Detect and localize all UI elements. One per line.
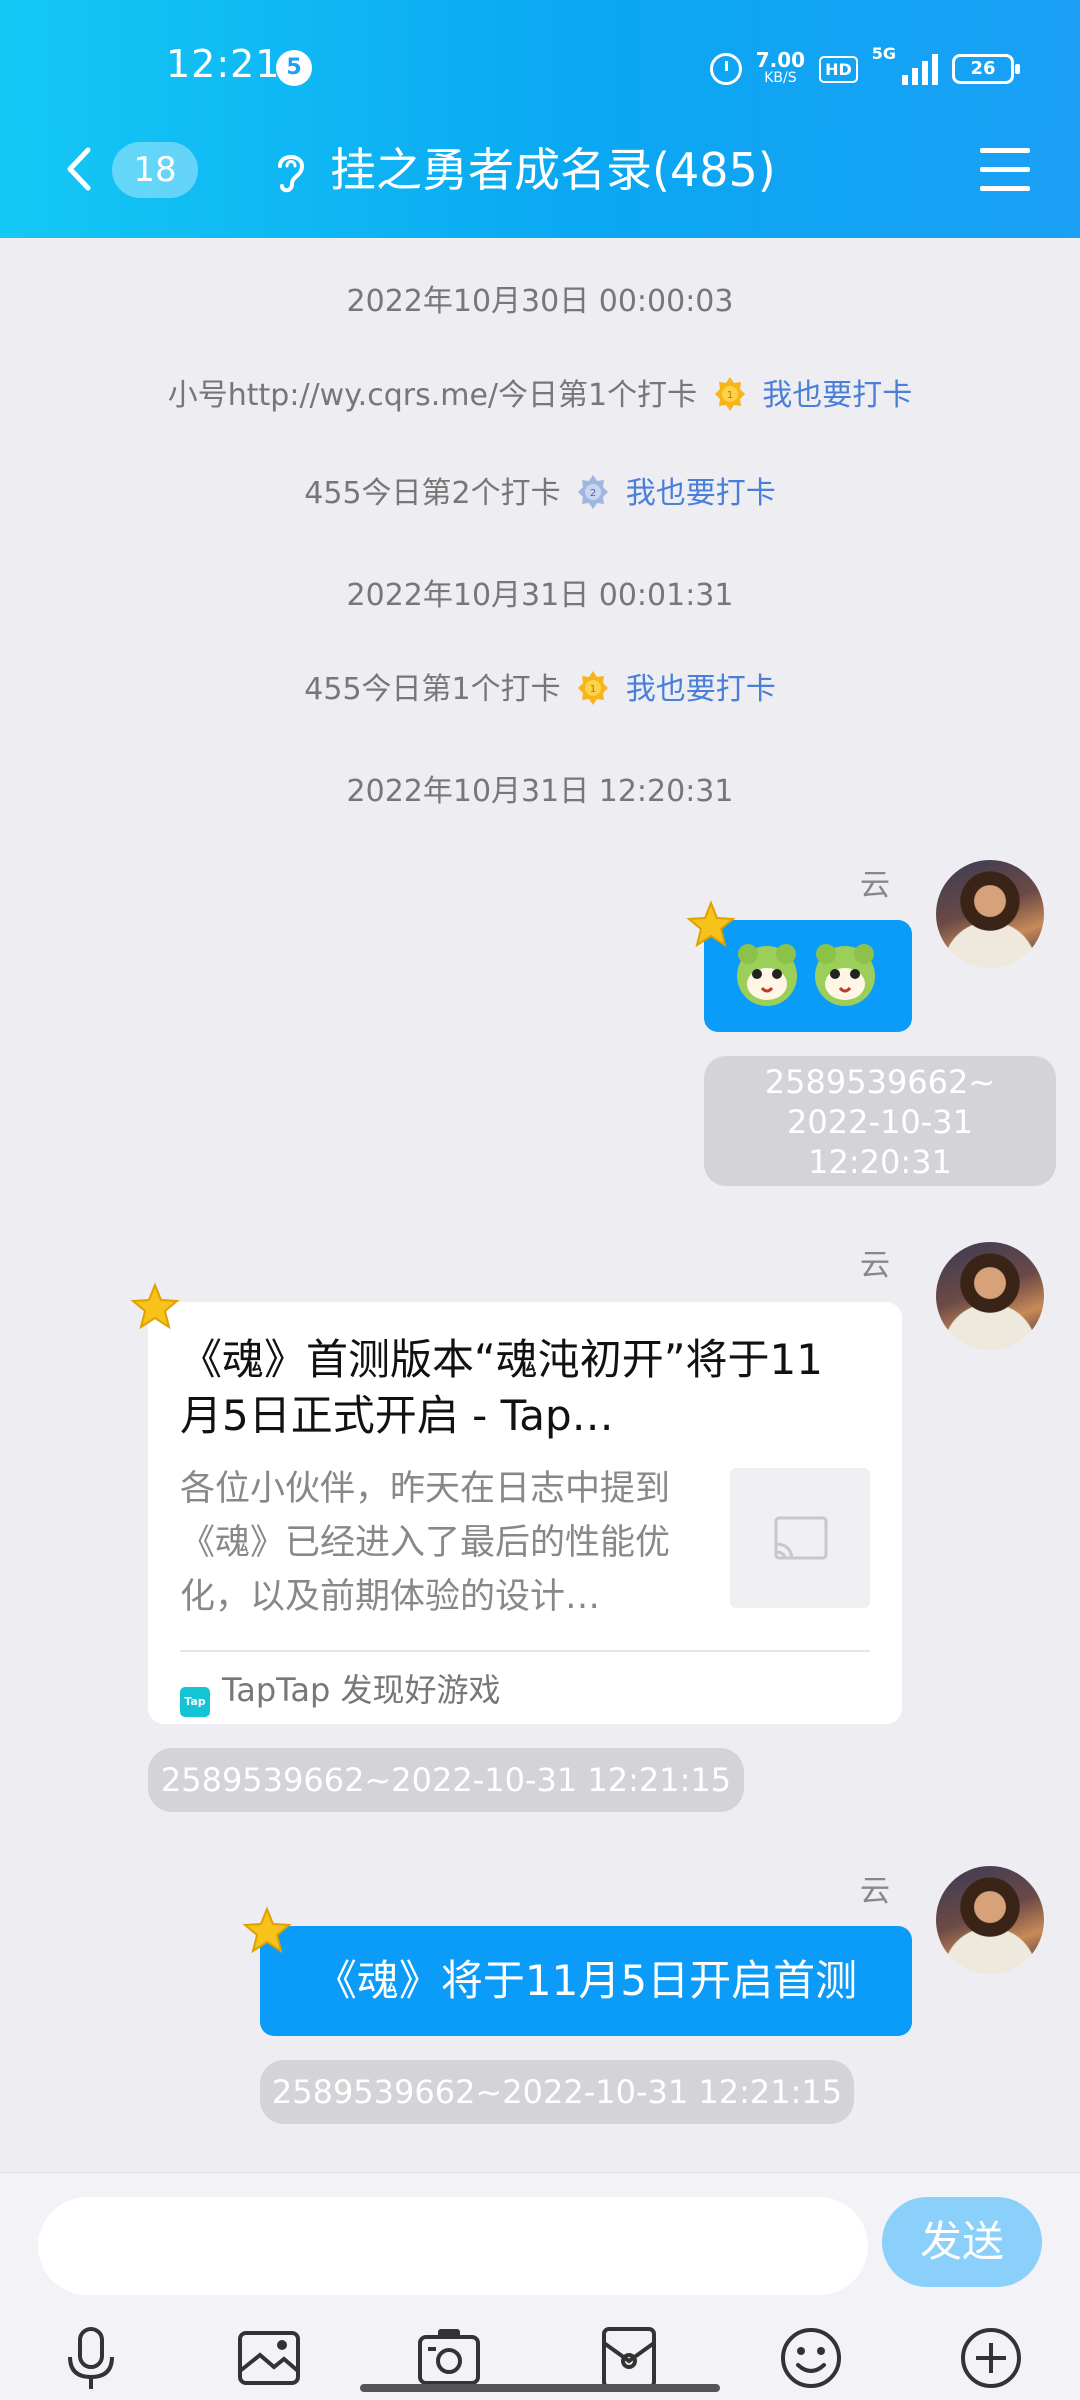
message-stamp: 2589539662~2022-10-31 12:21:15 (148, 1748, 744, 1812)
stamp-line: 2589539662~ (764, 1063, 996, 1101)
checkin-text: 455今日第1个打卡 (304, 672, 561, 707)
composer-bar: 发送 (0, 2172, 1080, 2400)
sender-name: 云 (860, 1874, 890, 1909)
home-indicator[interactable] (360, 2384, 720, 2392)
star-icon (130, 1282, 180, 1330)
gold-medal-icon: 1 (578, 671, 609, 705)
status-icons: 7.00 KB/S HD 5G 26 (709, 44, 1020, 94)
status-bar: 12:21 5 7.00 KB/S HD 5G 26 (0, 30, 1080, 106)
hd-icon: HD (819, 55, 858, 83)
star-icon (686, 900, 736, 948)
message-input[interactable] (38, 2197, 868, 2295)
sender-name: 云 (860, 868, 890, 903)
card-description: 各位小伙伴，昨天在日志中提到《魂》已经进入了最后的性能优化，以及前期体验的设计… (180, 1469, 671, 1617)
back-icon[interactable] (56, 144, 106, 194)
ear-icon[interactable] (270, 148, 310, 196)
link-preview-card[interactable]: 《魂》首测版本“魂沌初开”将于11月5日正式开启 - Tap… 各位小伙伴，昨天… (148, 1302, 902, 1724)
card-source-label: TapTap 发现好游戏 (222, 1671, 501, 1709)
card-thumbnail (730, 1468, 870, 1608)
red-packet-icon[interactable] (594, 2323, 664, 2393)
timestamp-divider: 2022年10月30日 00:00:03 (346, 284, 734, 319)
checkin-link[interactable]: 我也要打卡 (762, 378, 912, 413)
sender-name: 云 (860, 1248, 890, 1283)
checkin-notice: 455今日第2个打卡 2 我也要打卡 (0, 468, 1080, 512)
checkin-notice: 455今日第1个打卡 1 我也要打卡 (0, 664, 1080, 708)
medal-rank-label: 1 (590, 684, 596, 695)
emoji-icon[interactable] (776, 2323, 846, 2393)
text-message-bubble[interactable]: 《魂》将于11月5日开启首测 (260, 1926, 912, 2036)
network-speed: 7.00 KB/S (756, 50, 805, 87)
timestamp-divider: 2022年10月31日 00:01:31 (346, 578, 734, 613)
star-icon (242, 1906, 292, 1954)
camera-icon[interactable] (414, 2323, 484, 2393)
avatar[interactable] (936, 1866, 1044, 1974)
image-icon[interactable] (234, 2323, 304, 2393)
composer-toolbar (0, 2323, 1080, 2393)
gold-medal-icon: 1 (714, 377, 745, 411)
checkin-text: 455今日第2个打卡 (304, 476, 561, 511)
avatar[interactable] (936, 1242, 1044, 1350)
nav-bar: 18 挂之勇者成名录(485) (0, 128, 1080, 212)
stamp-line: 2022-10-31 (787, 1103, 973, 1141)
medal-rank-label: 1 (727, 390, 733, 401)
card-title: 《魂》首测版本“魂沌初开”将于11月5日正式开启 - Tap… (180, 1335, 823, 1440)
battery-icon: 26 (952, 54, 1020, 84)
send-button[interactable]: 发送 (882, 2197, 1042, 2287)
network-type-label: 5G (871, 44, 896, 63)
checkin-notice: 小号http://wy.cqrs.me/今日第1个打卡 1 我也要打卡 (0, 370, 1080, 414)
status-time: 12:21 (166, 42, 281, 86)
checkin-link[interactable]: 我也要打卡 (626, 672, 776, 707)
microphone-icon[interactable] (56, 2323, 126, 2393)
menu-icon[interactable] (980, 148, 1030, 192)
timestamp-divider: 2022年10月31日 12:20:31 (346, 774, 734, 809)
card-divider (180, 1650, 870, 1652)
unread-count-badge[interactable]: 18 (112, 142, 198, 198)
image-placeholder-icon (774, 1516, 828, 1560)
plus-icon[interactable] (956, 2323, 1026, 2393)
checkin-text: 小号http://wy.cqrs.me/今日第1个打卡 (167, 378, 698, 413)
green-cat-sticker-icon (815, 944, 875, 1006)
checkin-link[interactable]: 我也要打卡 (626, 476, 776, 511)
message-stamp: 2589539662~2022-10-31 12:21:15 (260, 2060, 854, 2124)
chat-title: 挂之勇者成名录(485) (330, 143, 776, 197)
silver-medal-icon: 2 (578, 475, 609, 509)
taptap-icon: Tap (180, 1687, 210, 1717)
card-source: Tap TapTap 发现好游戏 (180, 1666, 501, 1717)
notification-count-badge: 5 (276, 50, 312, 86)
signal-icon (902, 53, 938, 85)
medal-rank-label: 2 (590, 488, 596, 499)
avatar[interactable] (936, 860, 1044, 968)
green-cat-sticker-icon (737, 944, 797, 1006)
chat-header: 12:21 5 7.00 KB/S HD 5G 26 18 挂之勇者成名录(48… (0, 0, 1080, 238)
alarm-icon (709, 53, 742, 85)
message-stamp: 2589539662~ 2022-10-31 12:20:31 (704, 1056, 1056, 1186)
stamp-line: 12:20:31 (808, 1143, 952, 1181)
